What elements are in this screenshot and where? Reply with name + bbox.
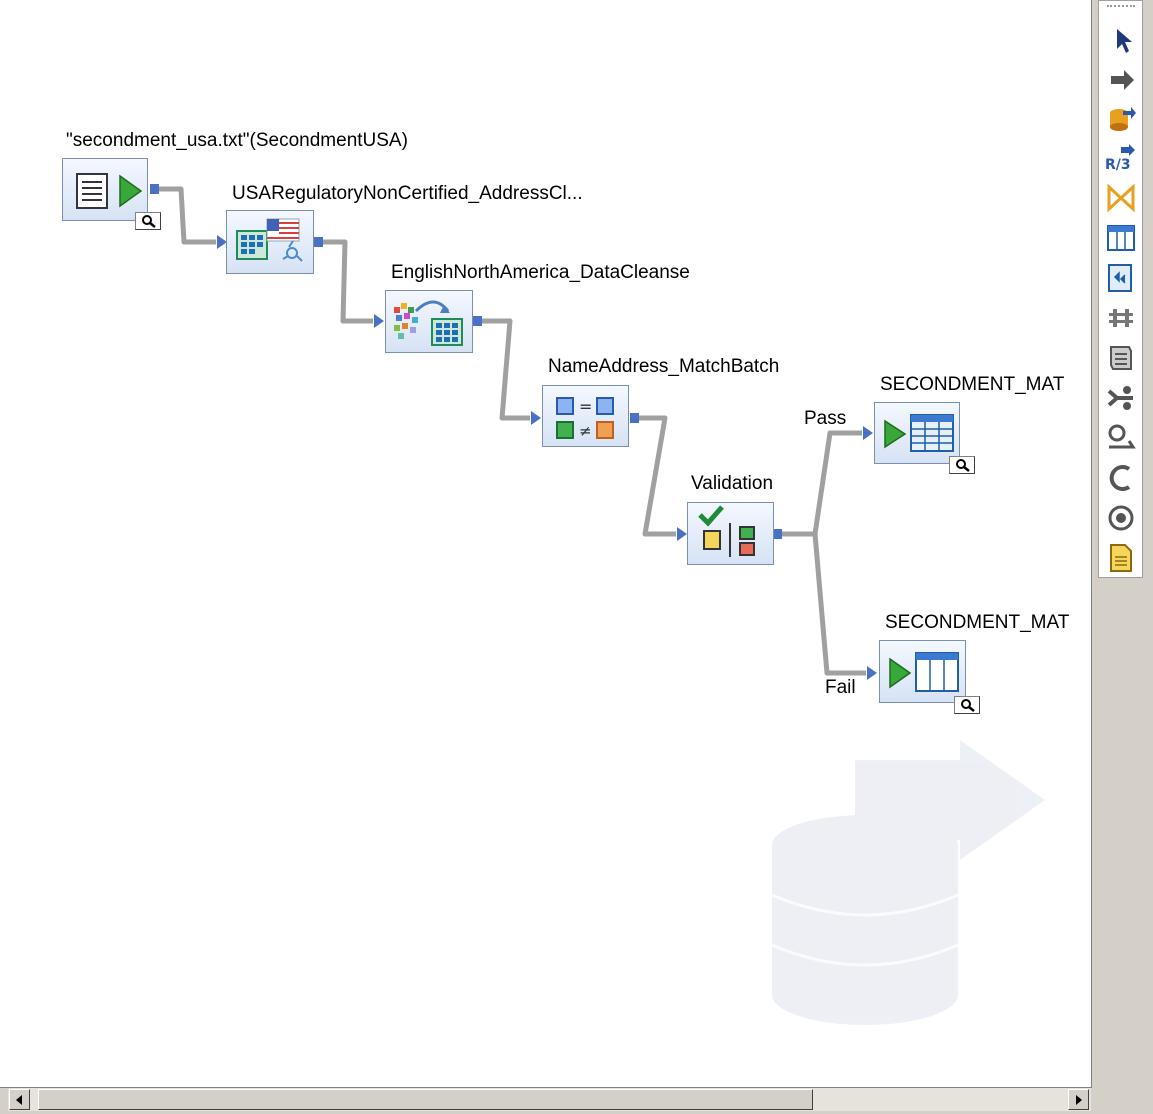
scroll-thumb[interactable] xyxy=(38,1089,813,1110)
validation-node[interactable] xyxy=(687,502,774,565)
target-fail-node[interactable] xyxy=(879,640,966,703)
data-transport-icon[interactable] xyxy=(1105,301,1137,335)
svg-text:=: = xyxy=(579,397,592,416)
target-pass-label: SECONDMENT_MAT xyxy=(880,374,1065,395)
svg-text:≠: ≠ xyxy=(579,422,592,440)
validation-icon xyxy=(698,505,755,557)
scrollbar-gutter xyxy=(0,1088,8,1111)
match-label: NameAddress_MatchBatch xyxy=(548,356,780,377)
scroll-right-button[interactable] xyxy=(1068,1089,1089,1110)
scroll-left-button[interactable] xyxy=(9,1089,30,1110)
r3-text: R/3 xyxy=(1105,157,1131,173)
view-data-button[interactable] xyxy=(954,696,980,714)
script-icon[interactable] xyxy=(1105,341,1137,375)
while-loop-icon[interactable] xyxy=(1105,501,1137,535)
data-cleanse-label: EnglishNorthAmerica_DataCleanse xyxy=(391,262,690,283)
workspace-canvas[interactable]: "secondment_usa.txt"(SecondmentUSA) USAR… xyxy=(0,0,1092,1088)
template-xml-icon[interactable] xyxy=(1105,261,1137,295)
datastore-icon[interactable] xyxy=(1105,101,1137,135)
query-transform-icon[interactable] xyxy=(1105,181,1137,215)
address-cleanse-label: USARegulatoryNonCertified_AddressCl... xyxy=(232,183,583,204)
arrow-right-icon xyxy=(1076,1095,1082,1105)
pass-branch-label: Pass xyxy=(804,408,847,429)
validation-label: Validation xyxy=(691,473,774,494)
template-table-icon[interactable] xyxy=(1105,221,1137,255)
catch-icon[interactable] xyxy=(1105,461,1137,495)
palette-grip[interactable] xyxy=(1107,5,1135,11)
view-data-button[interactable] xyxy=(949,456,975,474)
address-cleanse-icon xyxy=(236,218,303,262)
target-pass-node[interactable] xyxy=(874,402,960,464)
connection-lines xyxy=(150,184,877,680)
scroll-corner xyxy=(1092,1088,1153,1111)
tool-palette: R/3 xyxy=(1098,0,1143,578)
view-data-button[interactable] xyxy=(135,212,161,230)
address-cleanse-node[interactable] xyxy=(226,210,314,274)
magnifier-icon xyxy=(142,215,156,228)
pointer-icon[interactable] xyxy=(1105,23,1137,57)
source-file-label: "secondment_usa.txt"(SecondmentUSA) xyxy=(66,130,408,151)
annotation-icon[interactable] xyxy=(1105,541,1137,575)
magnifier-icon xyxy=(961,699,975,712)
fail-branch-label: Fail xyxy=(825,677,856,698)
magnifier-icon xyxy=(956,459,970,472)
match-icon: = ≠ xyxy=(556,397,614,440)
arrow-left-icon xyxy=(16,1095,22,1105)
conditional-icon[interactable] xyxy=(1105,381,1137,415)
data-flow-icon[interactable] xyxy=(1105,63,1137,97)
data-cleanse-node[interactable] xyxy=(385,290,473,353)
data-cleanse-icon xyxy=(394,300,463,346)
horizontal-scrollbar[interactable] xyxy=(8,1088,1091,1111)
target-fail-label: SECONDMENT_MAT xyxy=(885,612,1070,633)
match-node[interactable]: = ≠ xyxy=(542,385,629,447)
r3-dataflow-icon[interactable]: R/3 xyxy=(1105,141,1137,175)
template-table-icon xyxy=(889,652,959,692)
try-icon[interactable] xyxy=(1105,421,1137,455)
